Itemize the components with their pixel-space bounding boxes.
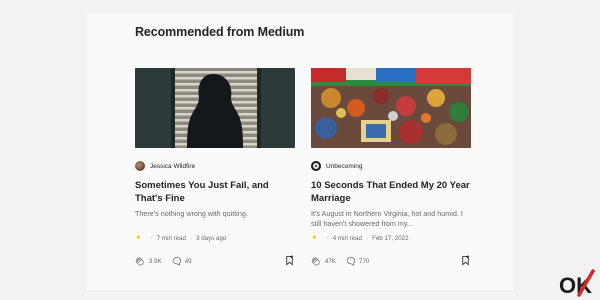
article-actions: 3.9K 49: [135, 255, 295, 267]
responses-button[interactable]: 49: [172, 256, 192, 266]
bookmark-button[interactable]: [460, 255, 471, 268]
article-title[interactable]: Sometimes You Just Fail, and That's Fine: [135, 180, 295, 205]
publish-date: Feb 17, 2022: [372, 234, 409, 242]
response-count: 49: [184, 257, 192, 265]
responses-button[interactable]: 770: [346, 256, 369, 266]
clap-button[interactable]: 47K: [311, 256, 336, 267]
article-card[interactable]: Jessica Wildfire Sometimes You Just Fail…: [135, 68, 295, 266]
recommendations-panel: Recommended from Medium Jessica Wildfire…: [87, 13, 513, 290]
author-avatar[interactable]: [135, 161, 145, 171]
read-time: 4 min read: [332, 234, 362, 242]
member-star-icon: ✦: [135, 233, 142, 242]
clap-count: 47K: [325, 257, 337, 265]
article-actions: 47K 770: [311, 255, 471, 267]
author-avatar[interactable]: [311, 161, 321, 171]
comment-icon: [346, 256, 356, 266]
article-meta: ✦ · 7 min read · 3 days ago: [135, 233, 227, 242]
article-thumbnail[interactable]: [311, 68, 471, 148]
clap-icon: [135, 256, 144, 265]
clap-button[interactable]: 3.9K: [135, 256, 162, 267]
publish-date: 3 days ago: [196, 234, 227, 242]
comment-icon: [172, 256, 181, 266]
article-excerpt[interactable]: It's August in Northern Virginia, hot an…: [311, 209, 471, 229]
bookmark-icon: [462, 255, 469, 266]
watermark-logo: OK: [559, 269, 595, 297]
bookmark-button[interactable]: [284, 255, 295, 268]
author-row[interactable]: Unbecoming: [311, 160, 471, 172]
article-meta: ✦ · 4 min read · Feb 17, 2022: [311, 233, 409, 242]
author-row[interactable]: Jessica Wildfire: [135, 160, 295, 172]
article-card[interactable]: Unbecoming 10 Seconds That Ended My 20 Y…: [311, 68, 471, 266]
article-title[interactable]: 10 Seconds That Ended My 20 Year Marriag…: [311, 180, 471, 205]
author-name[interactable]: Jessica Wildfire: [150, 163, 195, 170]
watermark-text: OK: [559, 273, 592, 297]
response-count: 770: [359, 257, 370, 265]
section-heading: Recommended from Medium: [135, 25, 305, 39]
author-name[interactable]: Unbecoming: [326, 163, 363, 170]
bookmark-icon: [286, 255, 293, 266]
clap-count: 3.9K: [149, 257, 162, 265]
article-excerpt[interactable]: There's nothing wrong with quitting.: [135, 209, 295, 219]
member-star-icon: ✦: [311, 233, 318, 242]
clap-icon: [311, 256, 320, 265]
read-time: 7 min read: [156, 234, 186, 242]
article-thumbnail[interactable]: [135, 68, 295, 148]
